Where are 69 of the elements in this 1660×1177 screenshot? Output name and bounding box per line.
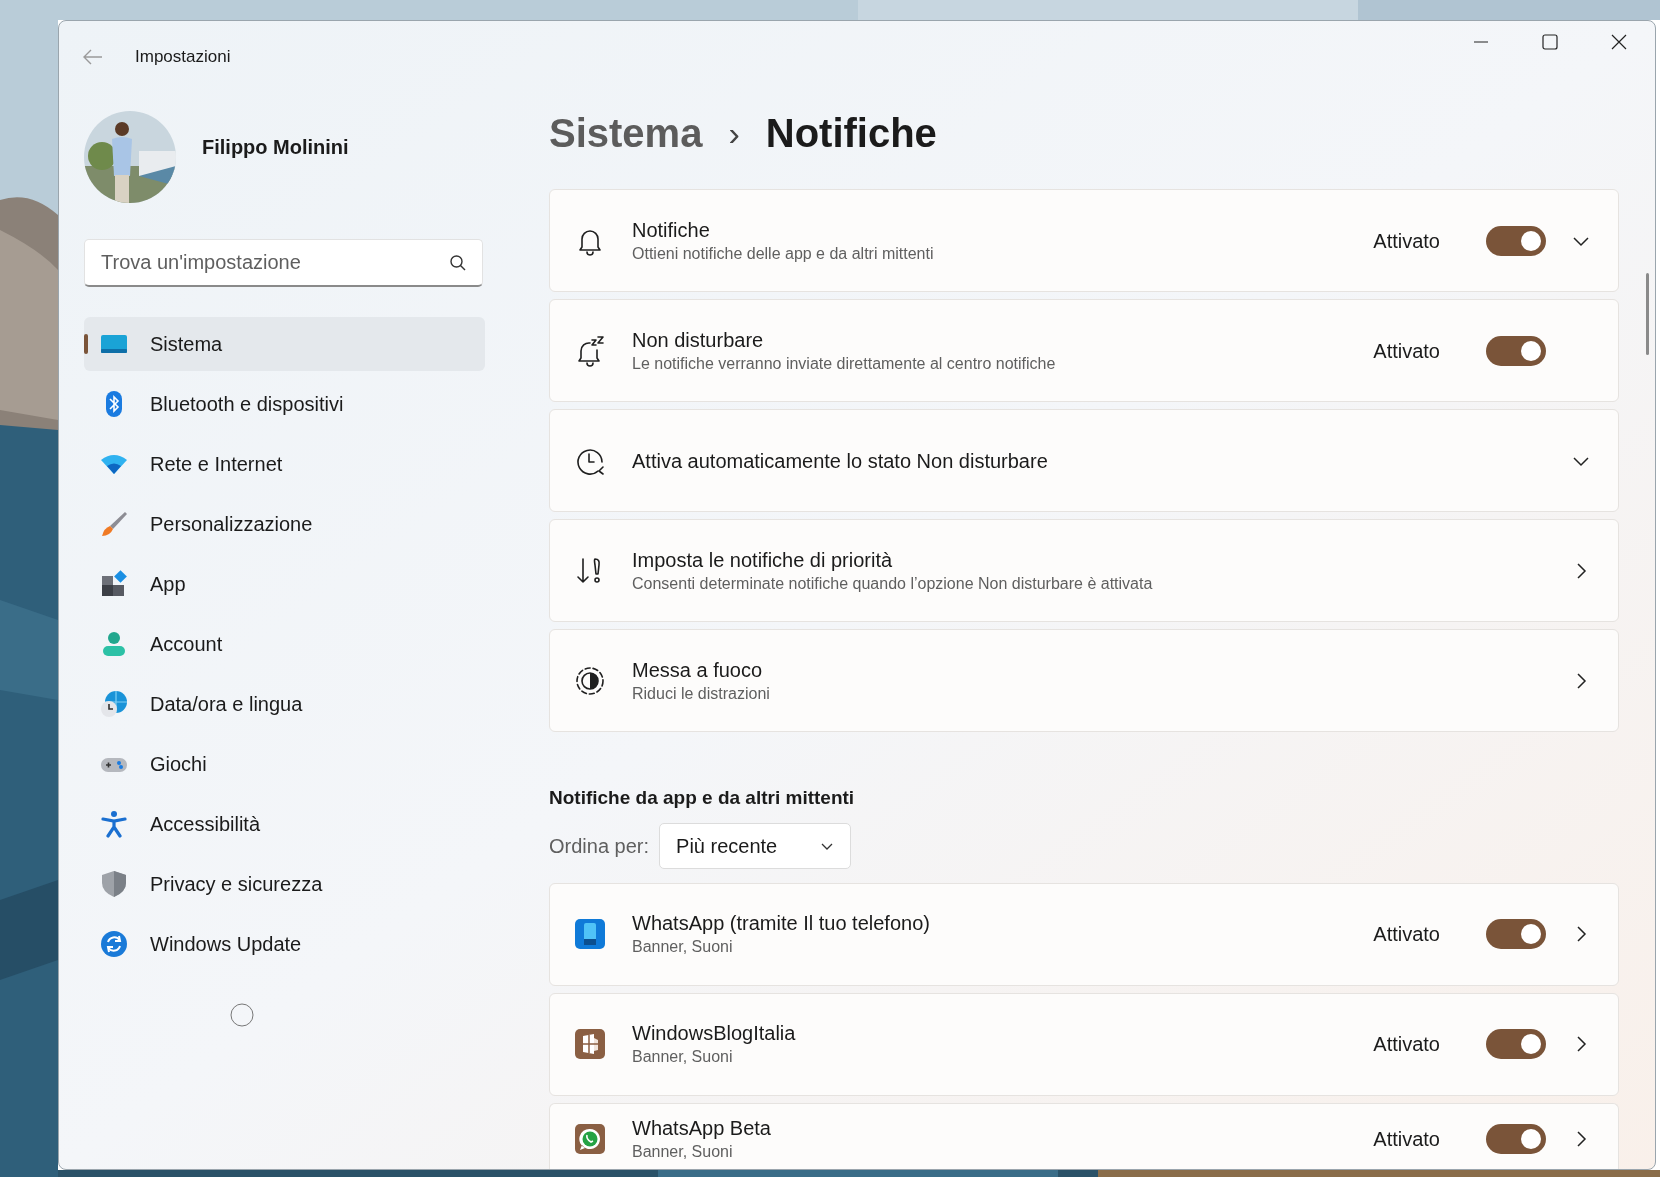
setting-description: Banner, Suoni	[632, 1142, 734, 1162]
setting-title: Imposta le notifiche di priorità	[632, 547, 894, 573]
sidebar-item[interactable]: Account	[84, 617, 485, 671]
sidebar-item[interactable]: App	[84, 557, 485, 611]
setting-card[interactable]: WindowsBlogItalia Banner, Suoni Attivato	[549, 992, 1619, 1096]
sidebar-item[interactable]: Data/ora e lingua	[84, 677, 485, 731]
toggle-switch[interactable]	[1486, 1124, 1546, 1154]
refresh-icon	[100, 930, 128, 958]
sidebar-item[interactable]: Bluetooth e dispositivi	[84, 377, 485, 431]
sidebar-item[interactable]: Windows Update	[84, 917, 485, 971]
setting-title: WhatsApp Beta	[632, 1116, 772, 1141]
back-arrow-icon[interactable]	[83, 49, 103, 65]
brush-icon	[100, 510, 128, 538]
blog-app-icon	[574, 1028, 606, 1060]
setting-card[interactable]: Messa a fuoco Riduci le distrazioni	[549, 629, 1619, 732]
setting-description: Banner, Suoni	[632, 937, 734, 957]
window-title: Impostazioni	[135, 46, 231, 69]
focus-icon	[574, 664, 606, 697]
setting-card[interactable]: Attiva automaticamente lo stato Non disturbare	[549, 409, 1619, 512]
toggle-switch[interactable]	[1486, 919, 1546, 949]
setting-description: Le notifiche verranno inviate direttamente al centro notifiche	[632, 353, 1057, 374]
chat-app-icon	[574, 1123, 606, 1155]
status-label: Attivato	[1373, 228, 1440, 254]
sort-dropdown[interactable]: Più recente	[659, 822, 852, 869]
loading-spinner-icon	[230, 1003, 254, 1027]
sidebar-item[interactable]: Sistema	[84, 317, 485, 371]
maximize-icon[interactable]	[1542, 34, 1558, 50]
status-label: Attivato	[1373, 922, 1440, 947]
setting-card[interactable]: WhatsApp Beta Banner, Suoni Attivato	[549, 1102, 1619, 1169]
sidebar-item[interactable]: Giochi	[84, 737, 485, 791]
setting-description: Banner, Suoni	[632, 1047, 734, 1067]
setting-card[interactable]: WhatsApp (tramite Il tuo telefono) Banner, Suoni Attivato	[549, 882, 1619, 986]
sort-label: Ordina per:	[549, 833, 650, 859]
page-title: Notifiche	[765, 110, 937, 157]
setting-title: Messa a fuoco	[632, 657, 764, 683]
breadcrumb-parent[interactable]: Sistema	[549, 103, 703, 163]
apps-icon	[100, 570, 128, 598]
close-icon[interactable]	[1611, 34, 1627, 50]
toggle-switch[interactable]	[1486, 335, 1546, 366]
search-field[interactable]: Trova un'impostazione	[84, 239, 483, 287]
setting-title: Notifiche	[632, 217, 711, 243]
setting-card[interactable]: Imposta le notifiche di priorità Consenti determinate notifiche quando l’opzione Non disturbare è attivata	[549, 519, 1619, 622]
accessibility-icon	[100, 810, 128, 838]
setting-title: WindowsBlogItalia	[632, 1021, 797, 1046]
setting-description: Consenti determinate notifiche quando l’opzione Non disturbare è attivata	[632, 573, 1154, 594]
setting-title: Attiva automaticamente lo stato Non disturbare	[632, 448, 1049, 474]
phone-app-icon	[574, 918, 606, 950]
shield-icon	[100, 870, 128, 898]
breadcrumb-separator: ›	[728, 112, 740, 154]
sidebar-item[interactable]: Rete e Internet	[84, 437, 485, 491]
status-label: Attivato	[1373, 1127, 1440, 1152]
user-name: Filippo Molinini	[202, 135, 349, 160]
status-label: Attivato	[1373, 1032, 1440, 1057]
sidebar-item[interactable]: Accessibilità	[84, 797, 485, 851]
setting-description: Riduci le distrazioni	[632, 683, 771, 704]
toggle-switch[interactable]	[1486, 225, 1546, 256]
search-icon	[449, 254, 467, 272]
sidebar-item[interactable]: Personalizzazione	[84, 497, 485, 551]
setting-title: WhatsApp (tramite Il tuo telefono)	[632, 911, 931, 936]
setting-card[interactable]: Notifiche Ottieni notifiche delle app e da altri mittenti Attivato	[549, 189, 1619, 292]
setting-description: Ottieni notifiche delle app e da altri mittenti	[632, 243, 935, 264]
status-label: Attivato	[1373, 338, 1440, 364]
sidebar-item[interactable]: Privacy e sicurezza	[84, 857, 485, 911]
person-icon	[100, 630, 128, 658]
toggle-switch[interactable]	[1486, 1029, 1546, 1059]
setting-card[interactable]: Non disturbare Le notifiche verranno inviate direttamente al centro notifiche Attivato	[549, 299, 1619, 402]
globe-clock-icon	[100, 690, 128, 718]
setting-title: Non disturbare	[632, 327, 765, 353]
section-title: Notifiche da app e da altri mittenti	[549, 786, 856, 810]
